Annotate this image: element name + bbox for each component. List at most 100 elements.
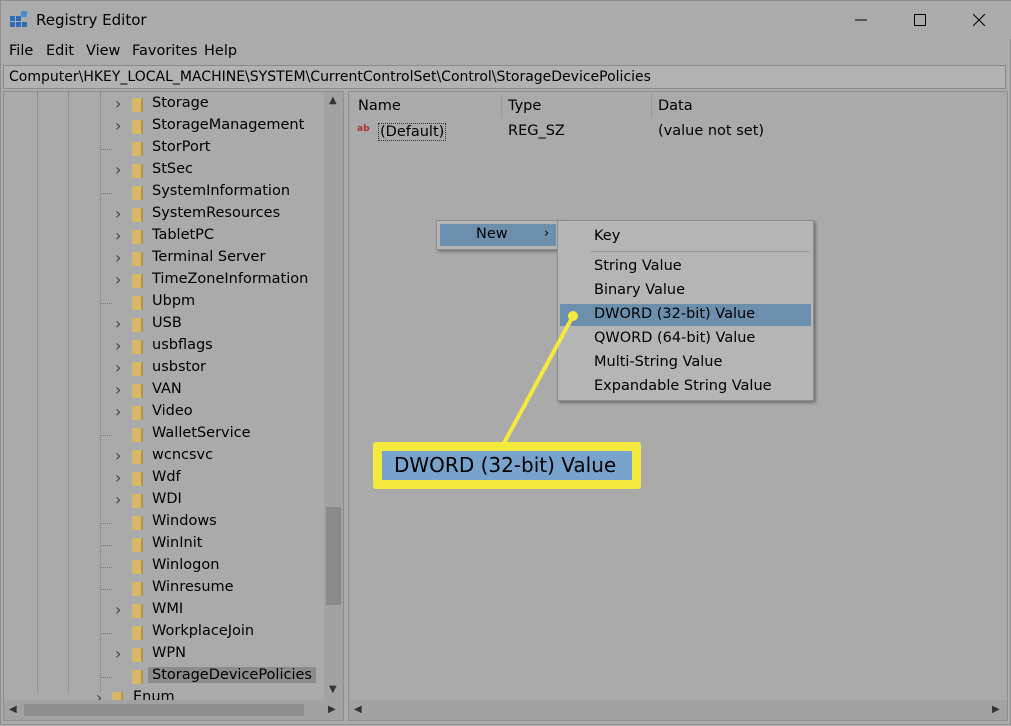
scroll-right-icon[interactable]: ▶	[992, 704, 1000, 715]
menu-edit[interactable]: Edit	[46, 43, 74, 59]
submenu-item-multi-string-value[interactable]: Multi-String Value	[560, 352, 811, 374]
tree-item[interactable]: › WMI	[4, 600, 324, 622]
folder-icon	[132, 208, 143, 222]
tree-item[interactable]: › usbstor	[4, 358, 324, 380]
tree-item-label: Wdf	[152, 469, 181, 485]
tree-item[interactable]: Winlogon	[4, 556, 324, 578]
tree-item[interactable]: WalletService	[4, 424, 324, 446]
address-bar[interactable]: Computer\HKEY_LOCAL_MACHINE\SYSTEM\Curre…	[3, 65, 1006, 89]
chevron-right-icon[interactable]: ›	[115, 468, 121, 487]
tree-item[interactable]: › usbflags	[4, 336, 324, 358]
maximize-button[interactable]	[890, 1, 950, 39]
new-menu-item[interactable]: New ›	[440, 224, 556, 246]
submenu-item-label: Key	[594, 228, 621, 244]
submenu-item-expandable-string-value[interactable]: Expandable String Value	[560, 376, 811, 398]
tree-item[interactable]: Ubpm	[4, 292, 324, 314]
callout-highlight: DWORD (32-bit) Value	[382, 451, 632, 480]
chevron-right-icon[interactable]: ›	[115, 600, 121, 619]
tree-item-label: USB	[152, 315, 182, 331]
scroll-down-icon[interactable]: ▼	[329, 684, 337, 695]
tree-connector	[100, 523, 112, 524]
tree-item[interactable]: StorageDevicePolicies	[4, 666, 324, 688]
tree-item-label: StorageDevicePolicies	[148, 667, 316, 683]
column-header-data[interactable]: Data	[658, 98, 693, 114]
scroll-left-icon[interactable]: ◀	[9, 704, 17, 715]
values-horizontal-scrollbar[interactable]: ◀ ▶	[349, 700, 1007, 720]
tree-item[interactable]: Windows	[4, 512, 324, 534]
callout-text: DWORD (32-bit) Value	[394, 453, 617, 477]
column-header-name[interactable]: Name	[358, 98, 401, 114]
tree-item[interactable]: › Terminal Server	[4, 248, 324, 270]
column-header-type[interactable]: Type	[508, 98, 541, 114]
value-name[interactable]: (Default)	[378, 123, 447, 141]
folder-icon	[132, 560, 143, 574]
tree-item[interactable]: WinInit	[4, 534, 324, 556]
tree-item[interactable]: › WPN	[4, 644, 324, 666]
tree-item[interactable]: › TimeZoneInformation	[4, 270, 324, 292]
submenu-item-binary-value[interactable]: Binary Value	[560, 280, 811, 302]
column-divider[interactable]	[651, 94, 652, 118]
scroll-thumb[interactable]	[24, 704, 304, 716]
tree-item[interactable]: Winresume	[4, 578, 324, 600]
submenu-item-qword-value[interactable]: QWORD (64-bit) Value	[560, 328, 811, 350]
tree-item[interactable]: › StSec	[4, 160, 324, 182]
close-button[interactable]	[949, 1, 1009, 39]
scroll-up-icon[interactable]: ▲	[329, 95, 337, 106]
submenu-item-key[interactable]: Key	[560, 226, 811, 248]
tree-item-label: SystemResources	[152, 205, 281, 221]
submenu-item-label: Multi-String Value	[594, 354, 723, 370]
tree-item[interactable]: › WDI	[4, 490, 324, 512]
tree-item[interactable]: › Wdf	[4, 468, 324, 490]
chevron-right-icon[interactable]: ›	[115, 336, 121, 355]
address-path[interactable]: Computer\HKEY_LOCAL_MACHINE\SYSTEM\Curre…	[9, 69, 651, 85]
values-list-pane[interactable]: Name Type Data ab (Default) REG_SZ (valu…	[348, 91, 1008, 721]
scroll-right-icon[interactable]: ▶	[328, 704, 336, 715]
submenu-item-label: DWORD (32-bit) Value	[594, 306, 756, 322]
chevron-right-icon[interactable]: ›	[115, 226, 121, 245]
tree-item[interactable]: › Storage	[4, 94, 324, 116]
tree-item[interactable]: › VAN	[4, 380, 324, 402]
key-tree-pane[interactable]: › Storage › StorageManagement StorPort › StSec…	[3, 91, 344, 721]
chevron-right-icon[interactable]: ›	[115, 160, 121, 179]
menu-view[interactable]: View	[86, 43, 120, 59]
chevron-right-icon[interactable]: ›	[115, 270, 121, 289]
tree-item[interactable]: › wcncsvc	[4, 446, 324, 468]
folder-icon	[132, 340, 143, 354]
tree-item[interactable]: › SystemResources	[4, 204, 324, 226]
chevron-right-icon: ›	[544, 226, 550, 241]
folder-icon	[132, 648, 143, 662]
scroll-thumb[interactable]	[326, 507, 341, 605]
tree-item[interactable]: › USB	[4, 314, 324, 336]
menu-file[interactable]: File	[9, 43, 33, 59]
submenu-item-dword-value[interactable]: DWORD (32-bit) Value	[560, 304, 811, 326]
menu-favorites[interactable]: Favorites	[132, 43, 198, 59]
chevron-right-icon[interactable]: ›	[115, 248, 121, 267]
folder-icon	[132, 230, 143, 244]
tree-item[interactable]: StorPort	[4, 138, 324, 160]
submenu-item-label: Expandable String Value	[594, 378, 772, 394]
tree-item[interactable]: › Video	[4, 402, 324, 424]
tree-item[interactable]: SystemInformation	[4, 182, 324, 204]
chevron-right-icon[interactable]: ›	[115, 314, 121, 333]
tree-item-label: wcncsvc	[152, 447, 214, 463]
tree-connector	[100, 633, 112, 634]
chevron-right-icon[interactable]: ›	[115, 204, 121, 223]
minimize-button[interactable]	[831, 1, 891, 39]
tree-item[interactable]: WorkplaceJoin	[4, 622, 324, 644]
chevron-right-icon[interactable]: ›	[115, 358, 121, 377]
chevron-right-icon[interactable]: ›	[115, 644, 121, 663]
chevron-right-icon[interactable]: ›	[115, 490, 121, 509]
scroll-left-icon[interactable]: ◀	[354, 704, 362, 715]
tree-vertical-scrollbar[interactable]: ▲ ▼	[324, 92, 343, 700]
chevron-right-icon[interactable]: ›	[115, 446, 121, 465]
column-divider[interactable]	[501, 94, 502, 118]
tree-item[interactable]: › TabletPC	[4, 226, 324, 248]
tree-item[interactable]: › StorageManagement	[4, 116, 324, 138]
tree-horizontal-scrollbar[interactable]: ◀ ▶	[4, 700, 343, 720]
chevron-right-icon[interactable]: ›	[115, 94, 121, 113]
chevron-right-icon[interactable]: ›	[115, 116, 121, 135]
chevron-right-icon[interactable]: ›	[115, 380, 121, 399]
submenu-item-string-value[interactable]: String Value	[560, 256, 811, 278]
menu-help[interactable]: Help	[204, 43, 237, 59]
chevron-right-icon[interactable]: ›	[115, 402, 121, 421]
